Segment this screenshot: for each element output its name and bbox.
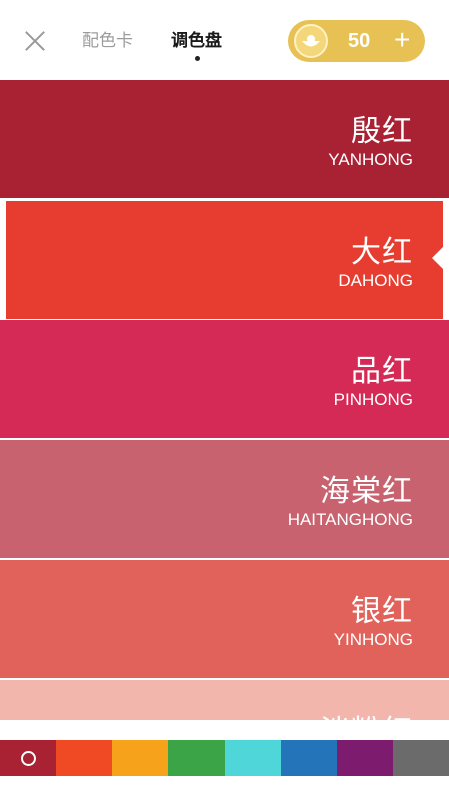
color-swatch-danfenhong[interactable]: 淡粉红 <box>0 680 449 720</box>
coin-count: 50 <box>348 30 371 52</box>
color-name-cn: 银红 <box>351 595 413 628</box>
color-list[interactable]: 殷红 YANHONG 大红 DAHONG 品红 PINHONG 海棠红 HAIT… <box>0 80 449 720</box>
active-tab-indicator <box>195 56 200 61</box>
family-gray[interactable] <box>392 740 449 776</box>
color-name-cn: 殷红 <box>351 115 413 148</box>
color-swatch-dahong[interactable]: 大红 DAHONG <box>6 201 443 319</box>
family-red[interactable] <box>0 740 57 776</box>
add-coins-icon[interactable]: + <box>394 24 410 56</box>
selection-arrow-icon <box>432 247 443 269</box>
family-orange[interactable] <box>112 740 169 776</box>
color-name-cn: 淡粉红 <box>320 706 413 720</box>
coin-balance-button[interactable]: 50 + <box>288 20 425 62</box>
close-icon[interactable] <box>22 28 48 54</box>
family-orange-red[interactable] <box>56 740 113 776</box>
coin-bowl-icon <box>294 24 328 58</box>
selected-ring-icon <box>21 751 36 766</box>
color-name-pinyin: PINHONG <box>333 390 413 409</box>
color-name-cn: 海棠红 <box>320 475 413 508</box>
color-name-pinyin: YANHONG <box>328 150 413 169</box>
color-name-cn: 品红 <box>351 355 413 388</box>
tab-color-cards[interactable]: 配色卡 <box>82 30 133 52</box>
family-cyan[interactable] <box>224 740 281 776</box>
color-name-cn: 大红 <box>351 236 413 269</box>
color-swatch-pinhong[interactable]: 品红 PINHONG <box>0 320 449 438</box>
family-green[interactable] <box>168 740 225 776</box>
color-swatch-haitanghong[interactable]: 海棠红 HAITANGHONG <box>0 440 449 558</box>
color-name-pinyin: DAHONG <box>338 271 413 290</box>
tab-palette[interactable]: 调色盘 <box>171 30 222 52</box>
color-name-pinyin: YINHONG <box>333 630 413 649</box>
family-blue[interactable] <box>280 740 337 776</box>
color-swatch-yinhong[interactable]: 银红 YINHONG <box>0 560 449 678</box>
family-purple[interactable] <box>336 740 393 776</box>
color-name-pinyin: HAITANGHONG <box>287 510 413 529</box>
color-family-bar <box>0 740 449 776</box>
palette-screen: 配色卡 调色盘 50 + 殷红 YANHONG 大红 DAHONG 品红 PIN… <box>0 0 449 800</box>
header: 配色卡 调色盘 50 + <box>0 0 449 80</box>
bottom-spacer <box>0 776 449 800</box>
color-swatch-yanhong[interactable]: 殷红 YANHONG <box>0 80 449 198</box>
